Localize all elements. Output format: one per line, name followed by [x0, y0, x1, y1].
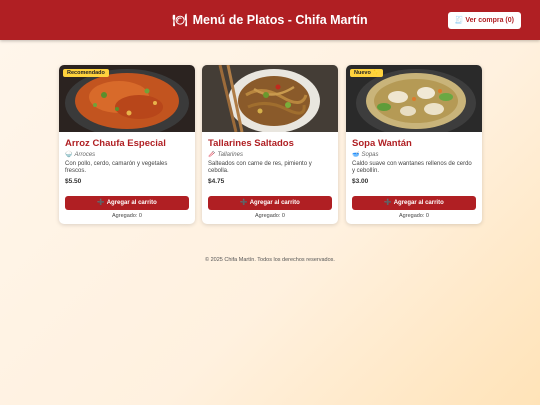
added-count: Agregado: 0	[255, 213, 285, 219]
dish-grid: Recomendado Arroz Chaufa Especial 🍚 Arroc…	[59, 65, 482, 225]
view-cart-button[interactable]: 🧾 Ver compra (0)	[447, 12, 521, 29]
add-to-cart-button[interactable]: ➕ Agregar al carrito	[208, 196, 332, 210]
new-badge: Nuevo ✨	[350, 69, 384, 77]
add-to-cart-label: Agregar al carrito	[249, 200, 300, 206]
dish-description: Caldo suave con wantanes rellenos de cer…	[352, 161, 472, 174]
dish-photo-arroz-chaufa: Recomendado	[59, 65, 195, 132]
add-to-cart-label: Agregar al carrito	[106, 200, 157, 206]
dish-price: $5.50	[65, 178, 82, 185]
dish-category: 🥣 Sopas	[352, 151, 476, 158]
recommended-badge: Recomendado	[63, 69, 109, 77]
page-title-text: Menú de Platos - Chifa Martín	[192, 13, 368, 27]
dish-card: Tallarines Saltados 🥢 Tallarines Salteado…	[202, 65, 338, 224]
dish-description: Salteados con carne de res, pimiento y c…	[208, 161, 312, 174]
add-to-cart-button[interactable]: ➕ Agregar al carrito	[352, 196, 476, 210]
plus-icon: ➕	[97, 200, 105, 206]
added-count: Agregado: 0	[112, 213, 142, 219]
app-header: 🍽 Menú de Platos - Chifa Martín 🧾 Ver comp…	[0, 0, 540, 40]
dish-price: $3.00	[352, 178, 369, 185]
view-cart-label: Ver compra (0)	[465, 17, 514, 24]
receipt-icon: 🧾	[454, 17, 464, 24]
dish-name: Sopa Wantán	[352, 138, 412, 149]
dish-category-label: Arroces	[74, 152, 96, 158]
dish-card: Nuevo ✨ Sopa Wantán 🥣 Sopas Caldo suave c…	[346, 65, 482, 224]
footer-copyright: © 2025 Chifa Martín. Todos los derechos …	[205, 257, 335, 263]
add-to-cart-label: Agregar al carrito	[393, 200, 444, 206]
dish-price: $4.75	[208, 178, 225, 185]
plus-icon: ➕	[240, 200, 248, 206]
chopsticks-icon: 🥢	[208, 152, 216, 158]
dish-category: 🍚 Arroces	[65, 151, 189, 158]
dish-photo-tallarines	[202, 65, 338, 132]
bowl-icon: 🍚	[65, 152, 73, 158]
plus-icon: ➕	[384, 200, 392, 206]
dish-photo-sopa-wantan: Nuevo ✨	[346, 65, 482, 132]
dish-card: Recomendado Arroz Chaufa Especial 🍚 Arroc…	[59, 65, 195, 224]
added-count: Agregado: 0	[399, 213, 429, 219]
dish-name: Tallarines Saltados	[208, 138, 294, 149]
dish-category-label: Tallarines	[217, 152, 243, 158]
dish-description: Con pollo, cerdo, camarón y vegetales fr…	[65, 161, 168, 174]
soup-icon: 🥣	[352, 152, 360, 158]
plate-icon: 🍽	[172, 13, 188, 27]
dish-name: Arroz Chaufa Especial	[65, 138, 166, 149]
dish-category-label: Sopas	[361, 152, 379, 158]
add-to-cart-button[interactable]: ➕ Agregar al carrito	[65, 196, 189, 210]
dish-category: 🥢 Tallarines	[208, 151, 332, 158]
